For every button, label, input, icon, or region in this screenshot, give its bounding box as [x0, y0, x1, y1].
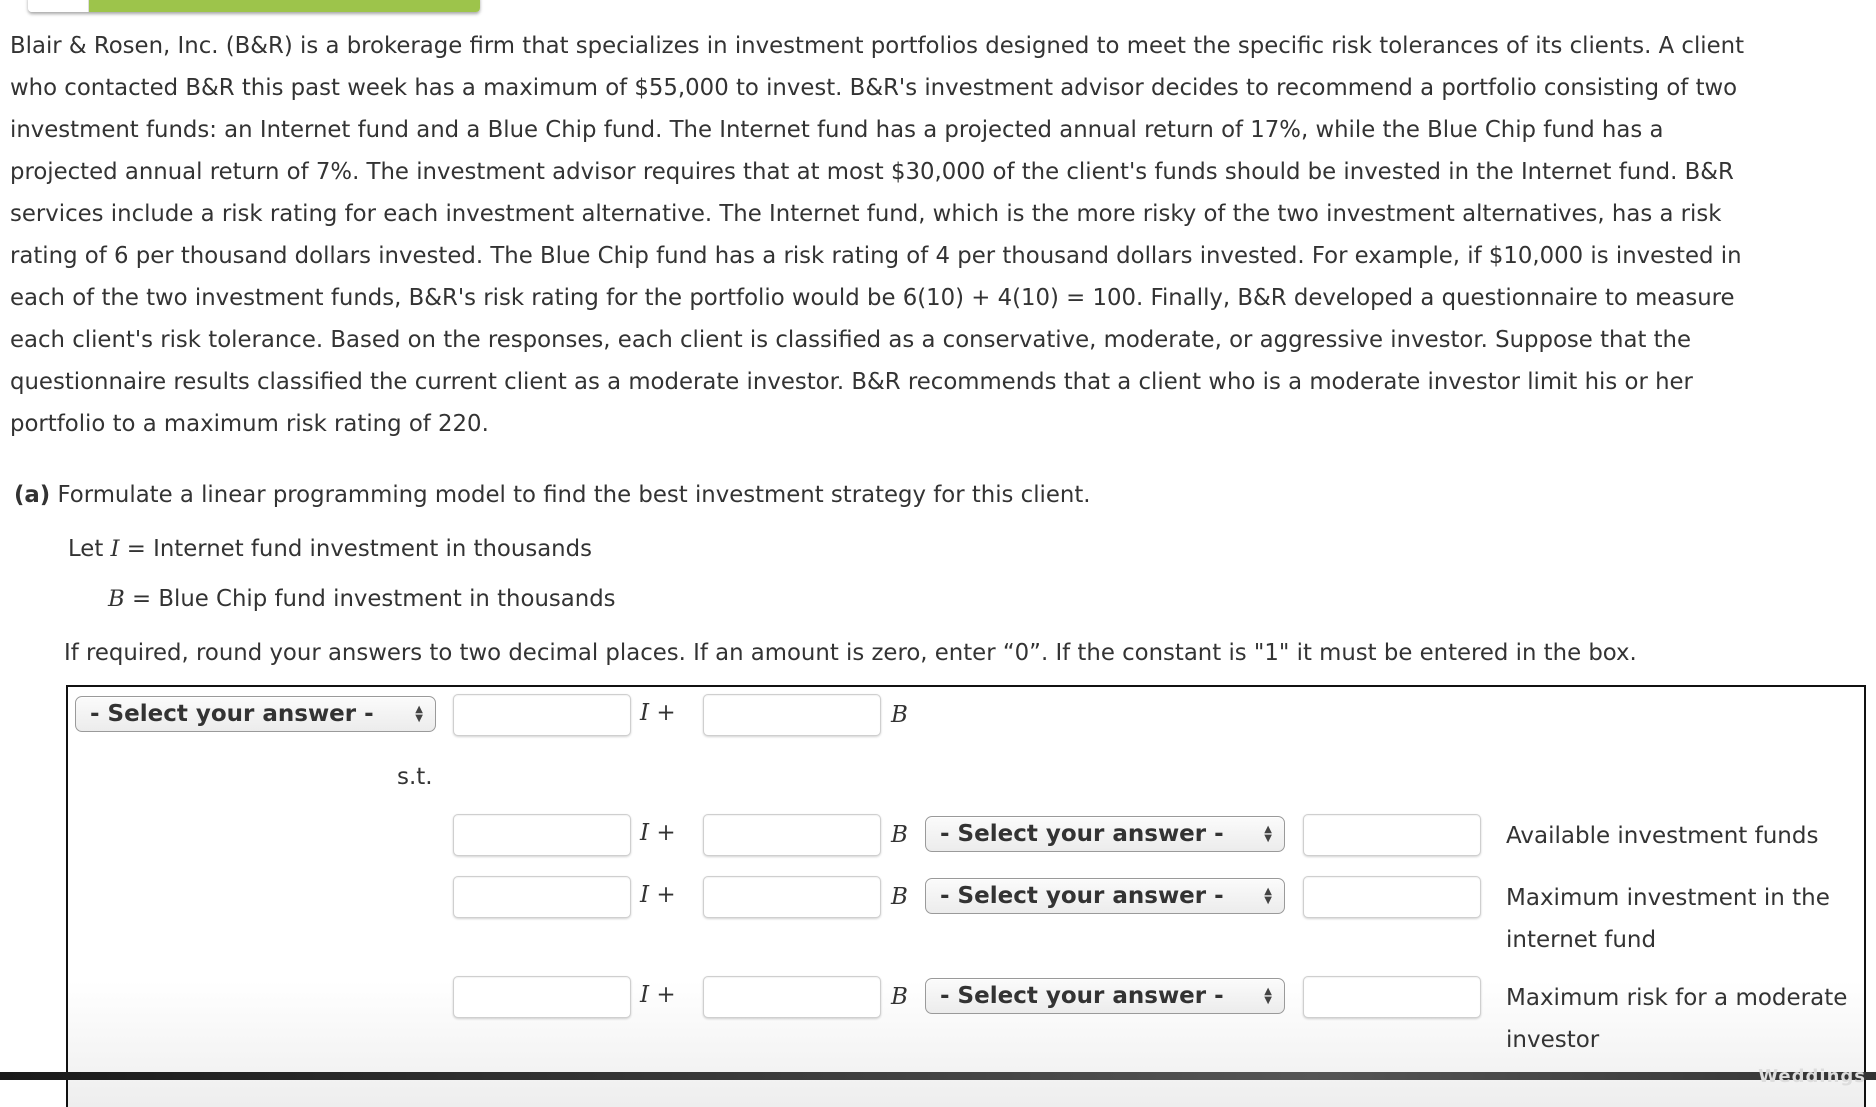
constraint-2-relation-select[interactable]: - Select your answer - ▲ ▼	[925, 878, 1285, 914]
problem-line: rating of 6 per thousand dollars investe…	[10, 243, 1742, 269]
objective-type-select[interactable]: - Select your answer - ▲ ▼	[75, 696, 436, 732]
constraint-1-relation-select[interactable]: - Select your answer - ▲ ▼	[925, 816, 1285, 852]
objective-coef-B-input[interactable]	[703, 694, 881, 736]
constraint-1-I-plus-label: I +	[640, 820, 676, 846]
constraint-3-B-label: B	[891, 984, 908, 1010]
constraint-3-rhs-input[interactable]	[1303, 976, 1481, 1018]
constraint-2-select-text: - Select your answer -	[940, 883, 1224, 909]
constraint-1-coef-B-input[interactable]	[703, 814, 881, 856]
problem-line: investment funds: an Internet fund and a…	[10, 117, 1664, 143]
constraint-2-rhs-input[interactable]	[1303, 876, 1481, 918]
top-banner-tab[interactable]	[28, 0, 89, 12]
constraint-3-select-text: - Select your answer -	[940, 983, 1224, 1009]
constraint-3-I-plus-label: I +	[640, 982, 676, 1008]
constraint-3-coef-B-input[interactable]	[703, 976, 881, 1018]
constraint-1-select-text: - Select your answer -	[940, 821, 1224, 847]
top-banner-bar	[28, 0, 480, 12]
problem-line: projected annual return of 7%. The inves…	[10, 159, 1734, 185]
definition-I: Let I = Internet fund investment in thou…	[68, 536, 592, 562]
variable-I: I	[110, 536, 120, 562]
constraint-1-label: Available investment funds	[1506, 823, 1819, 849]
problem-line: Blair & Rosen, Inc. (B&R) is a brokerage…	[10, 33, 1745, 59]
select-arrows-icon: ▲ ▼	[1264, 986, 1272, 1006]
part-a-label: (a)	[14, 482, 51, 508]
constraint-2-I-plus-label: I +	[640, 882, 676, 908]
constraint-2-label: Maximum investment in the internet fund	[1506, 885, 1830, 953]
constraint-2-coef-B-input[interactable]	[703, 876, 881, 918]
constraint-3-relation-select[interactable]: - Select your answer - ▲ ▼	[925, 978, 1285, 1014]
constraint-2-B-label: B	[891, 884, 908, 910]
definition-B: B = Blue Chip fund investment in thousan…	[108, 586, 616, 612]
definition-I-text: = Internet fund investment in thousands	[126, 536, 592, 562]
variable-B: B	[108, 586, 125, 612]
problem-line: portfolio to a maximum risk rating of 22…	[10, 411, 489, 437]
background-page-band: Weddings	[0, 1066, 1876, 1087]
select-arrows-icon: ▲ ▼	[415, 704, 423, 724]
part-a-heading: (a) Formulate a linear programming model…	[14, 482, 1091, 508]
constraint-3-coef-I-input[interactable]	[453, 976, 631, 1018]
part-a-prompt: Formulate a linear programming model to …	[57, 482, 1091, 508]
objective-B-label: B	[891, 702, 908, 728]
subject-to-label: s.t.	[397, 764, 433, 790]
objective-select-text: - Select your answer -	[90, 701, 374, 727]
background-brand-text: Weddings	[1758, 1066, 1866, 1087]
constraint-1-coef-I-input[interactable]	[453, 814, 631, 856]
problem-line: each client's risk tolerance. Based on t…	[10, 327, 1692, 353]
objective-coef-I-input[interactable]	[453, 694, 631, 736]
problem-line: questionnaire results classified the cur…	[10, 369, 1693, 395]
problem-line: who contacted B&R this past week has a m…	[10, 75, 1738, 101]
instructions: If required, round your answers to two d…	[64, 640, 1637, 666]
constraint-3-label: Maximum risk for a moderate investor	[1506, 985, 1848, 1053]
objective-I-plus-label: I +	[640, 700, 676, 726]
definition-B-text: = Blue Chip fund investment in thousands	[132, 586, 616, 612]
constraint-1-B-label: B	[891, 822, 908, 848]
let-prefix: Let	[68, 536, 104, 562]
constraint-2-coef-I-input[interactable]	[453, 876, 631, 918]
top-banner-green	[89, 0, 480, 12]
constraint-1-rhs-input[interactable]	[1303, 814, 1481, 856]
select-arrows-icon: ▲ ▼	[1264, 886, 1272, 906]
select-arrows-icon: ▲ ▼	[1264, 824, 1272, 844]
problem-line: services include a risk rating for each …	[10, 201, 1722, 227]
problem-line: each of the two investment funds, B&R's …	[10, 285, 1735, 311]
